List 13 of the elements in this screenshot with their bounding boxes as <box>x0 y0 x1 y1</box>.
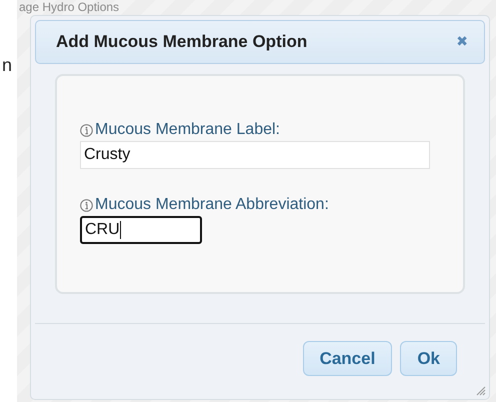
close-button[interactable]: ✖ <box>454 32 470 52</box>
ok-button[interactable]: Ok <box>400 341 457 376</box>
page-text: n <box>2 55 12 76</box>
dialog-title: Add Mucous Membrane Option <box>56 32 308 52</box>
info-icon <box>80 124 93 136</box>
page-heading: age Hydro Options <box>19 0 120 14</box>
cancel-button[interactable]: Cancel <box>302 341 392 376</box>
resize-grip-icon[interactable] <box>476 386 486 396</box>
field-label: Mucous Membrane Label: <box>95 121 280 139</box>
field-label: Mucous Membrane Abbreviation: <box>95 196 329 214</box>
input-field[interactable]: Crusty <box>80 141 430 169</box>
info-icon <box>80 198 93 212</box>
input-field[interactable]: CRU <box>80 216 202 244</box>
